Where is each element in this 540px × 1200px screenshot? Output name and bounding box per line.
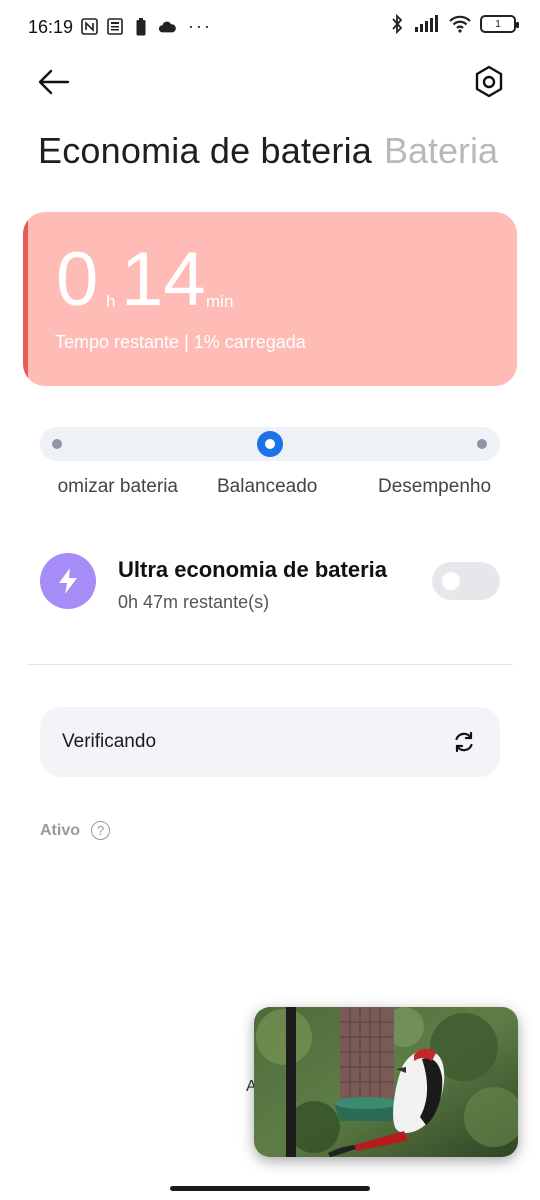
ultra-saver-toggle[interactable] xyxy=(432,562,500,600)
battery-icon: 1 xyxy=(480,15,519,33)
refresh-icon[interactable] xyxy=(452,730,476,754)
settings-hexagon-icon xyxy=(475,65,503,98)
mode-knob-balanced[interactable] xyxy=(257,431,283,457)
status-time: 16:19 xyxy=(28,17,74,37)
lightning-bolt-icon xyxy=(59,568,77,594)
card-accent-stripe xyxy=(23,212,28,386)
news-icon xyxy=(106,17,124,37)
verifying-label: Verificando xyxy=(62,731,157,752)
battery-status-card: 0 h 14 min Tempo restante | 1% carregada xyxy=(23,212,517,386)
battery-subtitle: Tempo restante | 1% carregada xyxy=(55,332,306,352)
battery-saver-icon xyxy=(132,17,150,37)
settings-button[interactable] xyxy=(472,64,506,100)
nfc-icon xyxy=(80,17,98,37)
minutes-unit: min xyxy=(206,292,234,311)
help-icon[interactable]: ? xyxy=(91,821,110,840)
remaining-hours: 0 xyxy=(56,237,99,322)
divider xyxy=(27,664,513,665)
mode-dot-performance[interactable] xyxy=(477,439,487,449)
ultra-saver-icon-badge xyxy=(40,553,96,609)
mode-label-saver[interactable]: omizar bateria xyxy=(58,476,178,498)
active-section-label: Ativo xyxy=(40,822,80,839)
power-mode-slider[interactable] xyxy=(40,427,500,461)
mode-dot-saver[interactable] xyxy=(52,439,62,449)
wifi-icon xyxy=(448,14,472,34)
status-bar: 16:19 ··· 1 xyxy=(0,0,540,56)
status-icons-right: 1 xyxy=(388,14,519,34)
mode-label-performance[interactable]: Desempenho xyxy=(378,476,491,498)
ultra-saver-title: Ultra economia de bateria xyxy=(118,557,387,582)
signal-icon xyxy=(414,14,440,34)
gesture-nav-handle[interactable] xyxy=(170,1186,370,1191)
tab-battery-saver[interactable]: Economia de bateria xyxy=(38,130,372,172)
cloud-icon xyxy=(158,17,176,37)
verifying-card[interactable]: Verificando xyxy=(40,707,500,777)
bluetooth-icon xyxy=(388,14,406,34)
remaining-minutes: 14 xyxy=(121,237,206,322)
tab-battery[interactable]: Bateria xyxy=(384,130,498,172)
more-dots-icon: ··· xyxy=(188,16,212,36)
back-button[interactable] xyxy=(36,66,72,98)
status-icons-left: ··· xyxy=(80,16,212,37)
arrow-left-icon xyxy=(38,69,70,95)
battery-level-text: 1 xyxy=(495,18,501,30)
hours-unit: h xyxy=(106,292,116,311)
pip-video-window[interactable] xyxy=(254,1007,518,1157)
mode-label-saver-clip: omizar bateria xyxy=(48,476,178,502)
woodpecker-video-frame xyxy=(254,1007,518,1157)
ultra-saver-subtitle: 0h 47m restante(s) xyxy=(118,592,270,612)
mode-label-balanced[interactable]: Balanceado xyxy=(217,476,317,498)
